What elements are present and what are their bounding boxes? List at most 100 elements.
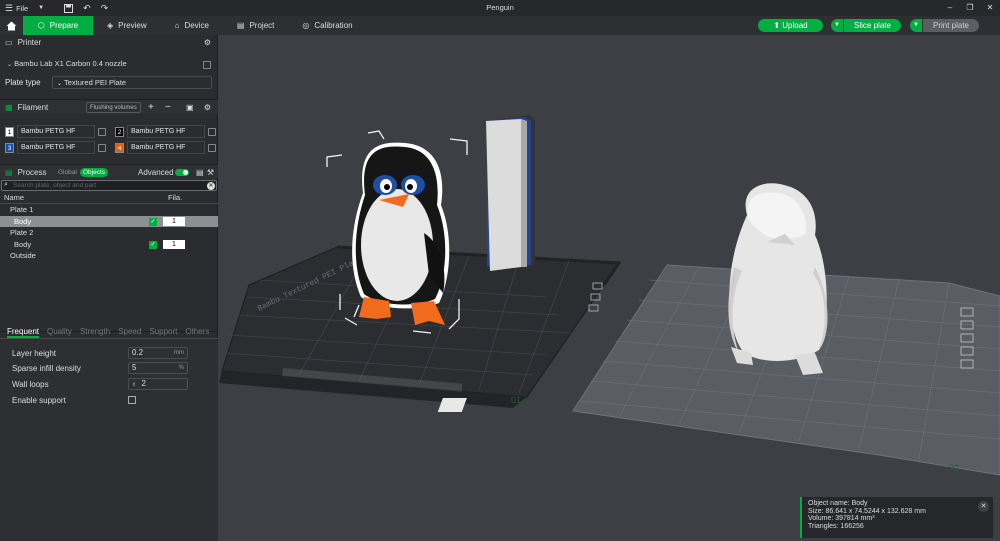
minimize-icon[interactable]: – (940, 0, 960, 16)
penguin-model-1[interactable] (352, 142, 450, 325)
checkbox-checked[interactable]: ✓ (149, 240, 157, 249)
edit-icon[interactable] (98, 127, 106, 136)
ams-sync-icon[interactable]: ▣ (186, 103, 194, 112)
filament-slot-4[interactable]: 4 Bambu PETG HF (115, 141, 216, 154)
object-size: Size: 86.641 x 74.5244 x 132.628 mm (808, 507, 926, 515)
infill-input[interactable]: 5 % (128, 362, 188, 374)
enable-support-checkbox[interactable] (128, 396, 136, 404)
stepper-arrows-icon[interactable]: ⇕ (132, 382, 136, 388)
clear-icon[interactable]: ✕ (207, 182, 215, 190)
search-input[interactable]: ⌕ Search plate, object and part ✕ (1, 180, 217, 191)
edit-icon[interactable] (208, 127, 216, 136)
print-plate-button[interactable]: Print plate (923, 19, 979, 32)
edit-printer-icon[interactable] (203, 61, 211, 69)
tab-prepare[interactable]: ⬡ Prepare (23, 16, 93, 35)
filament-name: Bambu PETG HF (17, 125, 95, 138)
filament-slot-2[interactable]: 2 Bambu PETG HF (115, 125, 216, 138)
window-controls: – ❐ ✕ (940, 0, 1000, 16)
hamburger-icon: ☰ (5, 2, 14, 13)
tab-others[interactable]: Others (185, 325, 209, 338)
title-bar: ☰ File ▼ ↶ ↷ (0, 0, 1000, 16)
infill-label: Sparse infill density (12, 364, 81, 373)
close-icon[interactable]: ✕ (980, 0, 1000, 16)
print-dropdown-button[interactable]: ▼ (910, 19, 922, 32)
close-icon[interactable]: ✕ (978, 501, 989, 512)
object-triangles: Triangles: 166256 (808, 522, 864, 530)
chevron-down-icon: ⌄ (57, 81, 63, 87)
gear-icon[interactable]: ⚙ (204, 103, 211, 112)
edit-icon[interactable] (208, 143, 216, 152)
filament-slot-1[interactable]: 1 Bambu PETG HF (5, 125, 106, 138)
enable-support-label: Enable support (12, 396, 66, 405)
tab-calibration[interactable]: ◎ Calibration (288, 16, 366, 35)
upload-button[interactable]: ⬆ Upload (758, 19, 823, 32)
add-icon[interactable]: + (148, 102, 154, 113)
objects-toggle[interactable]: Objects (80, 168, 109, 177)
filament-name: Bambu PETG HF (17, 141, 95, 154)
tree-row-plate2[interactable]: Plate 2 (0, 227, 218, 239)
checkbox-checked[interactable]: ✓ (149, 217, 157, 226)
edit-icon[interactable] (98, 143, 106, 152)
undo-button[interactable]: ↶ (78, 0, 96, 16)
filament-name: Bambu PETG HF (127, 125, 205, 138)
tab-strength[interactable]: Strength (80, 325, 110, 338)
flushing-volumes-button[interactable]: Flushing volumes (86, 102, 141, 113)
plate-type-select[interactable]: ⌄ Textured PEI Plate (52, 76, 212, 89)
slice-plate-button[interactable]: Slice plate (844, 19, 901, 32)
filament-section-header: ▦ Filament Flushing volumes + − ▣ ⚙ (0, 99, 218, 114)
advanced-label: Advanced (138, 167, 174, 177)
3d-viewport[interactable]: Bambu Textured PEI Plate 01 02 (219, 35, 1000, 541)
tree-row-outside[interactable]: Outside (0, 250, 218, 262)
settings-panel: ▭ Printer ⚙ ⌄ Bambu Lab X1 Carbon 0.4 no… (0, 35, 218, 541)
compare-icon[interactable]: ▤ (196, 168, 204, 177)
tab-device[interactable]: ⌂ Device (161, 16, 223, 35)
filament-icon: ▦ (5, 102, 13, 112)
save-button[interactable] (59, 0, 78, 16)
printer-select[interactable]: ⌄ Bambu Lab X1 Carbon 0.4 nozzle (3, 58, 201, 71)
chevron-down-icon: ▼ (38, 5, 45, 11)
filament-index[interactable]: 1 (163, 216, 185, 226)
device-icon: ⌂ (174, 21, 180, 30)
tab-support[interactable]: Support (149, 325, 177, 338)
object-info-panel: Object name: Body Size: 86.641 x 74.5244… (800, 497, 993, 538)
save-icon (64, 3, 74, 13)
layer-height-input[interactable]: 0.2 mm (128, 347, 188, 359)
plate-2-number: 02 (949, 463, 959, 473)
printer-icon: ▭ (5, 38, 13, 47)
wall-loops-stepper[interactable]: ⇕ 2 (128, 378, 188, 390)
tree-row-body[interactable]: Body ✓ 1 (0, 239, 218, 251)
chevron-down-icon: ⌄ (7, 62, 13, 68)
plate-1-number: 01 (511, 395, 521, 405)
printer-section-header: ▭ Printer ⚙ (5, 38, 211, 47)
slot-number: 3 (5, 142, 14, 153)
tab-speed[interactable]: Speed (118, 325, 141, 338)
advanced-switch[interactable] (175, 169, 189, 176)
filament-name: Bambu PETG HF (127, 141, 205, 154)
slot-number: 4 (115, 142, 124, 153)
tree-row-plate1[interactable]: Plate 1 (0, 204, 218, 216)
redo-button[interactable]: ↷ (96, 0, 114, 16)
tab-frequent[interactable]: Frequent (7, 325, 40, 338)
process-icon: ▤ (5, 167, 13, 177)
project-icon: ▤ (236, 21, 245, 30)
plate-type-label: Plate type (5, 78, 41, 87)
restore-icon[interactable]: ❐ (960, 0, 980, 16)
gear-icon[interactable]: ⚙ (204, 38, 211, 47)
tree-row-body[interactable]: Body ✓ 1 (0, 215, 218, 227)
prime-tower (486, 115, 535, 271)
tools-icon[interactable]: ⚒ (207, 168, 214, 177)
tab-quality[interactable]: Quality (47, 325, 72, 338)
tab-project[interactable]: ▤ Project (223, 16, 288, 35)
tab-preview[interactable]: ◈ Preview (93, 16, 161, 35)
preview-icon: ◈ (107, 21, 114, 30)
global-toggle[interactable]: Global (58, 169, 77, 176)
layer-height-label: Layer height (12, 349, 57, 358)
slice-dropdown-button[interactable]: ▼ (831, 19, 843, 32)
file-menu[interactable]: ☰ File ▼ (0, 0, 49, 16)
remove-icon[interactable]: − (165, 102, 171, 113)
filament-slot-3[interactable]: 3 Bambu PETG HF (5, 141, 106, 154)
home-icon (6, 21, 17, 30)
home-button[interactable] (0, 16, 23, 35)
filament-index[interactable]: 1 (163, 239, 185, 249)
search-icon: ⌕ (4, 181, 8, 188)
